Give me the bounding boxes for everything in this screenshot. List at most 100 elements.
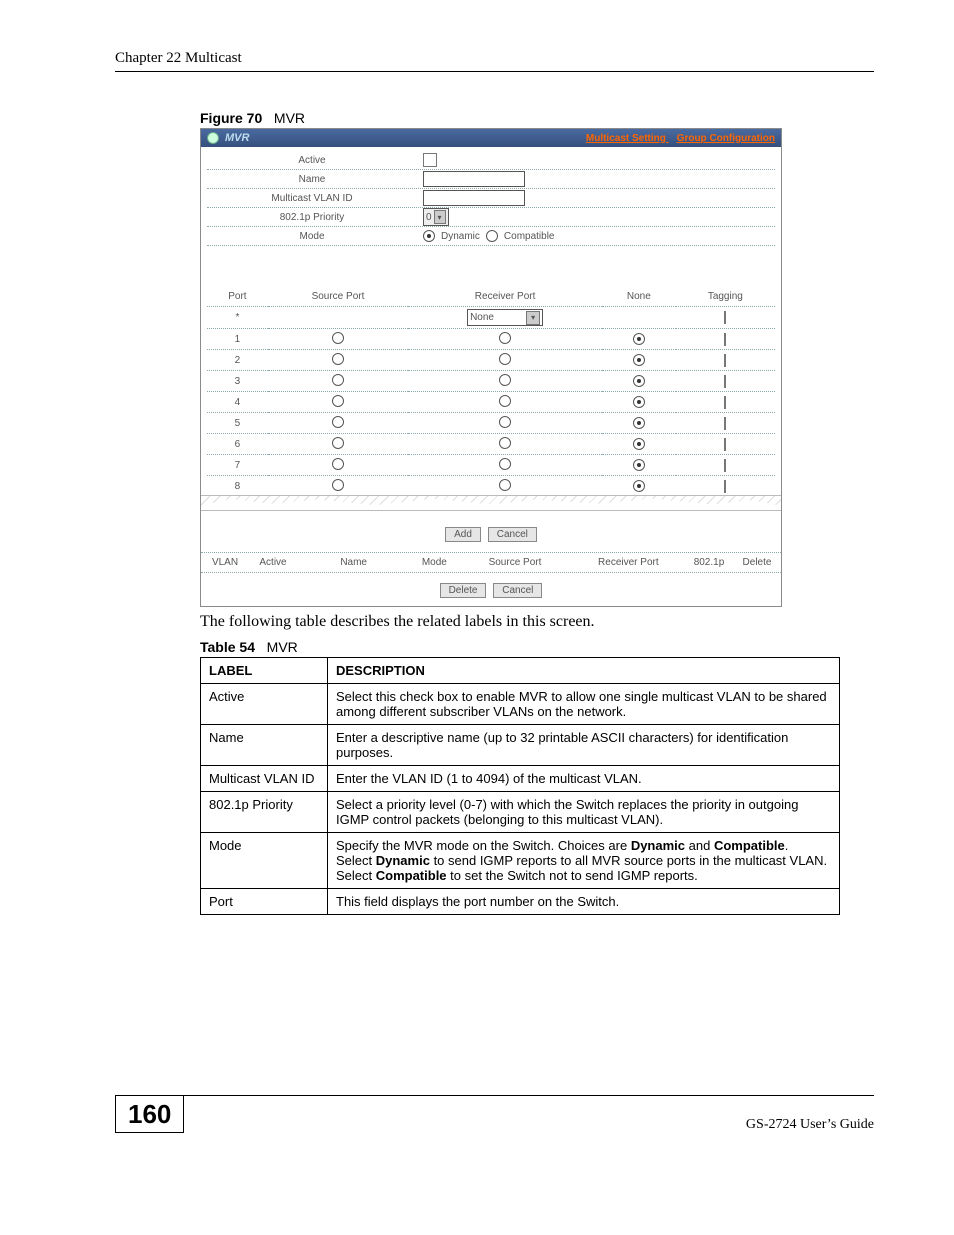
checkbox-tagging[interactable]: [724, 459, 726, 472]
sh-receiver: Receiver Port: [572, 557, 685, 568]
figure-label: Figure 70: [200, 110, 262, 126]
dropdown-arrow-icon: ▾: [434, 210, 446, 224]
desc-row: Multicast VLAN ID Enter the VLAN ID (1 t…: [201, 766, 840, 792]
desc-row: 802.1p Priority Select a priority level …: [201, 792, 840, 833]
table-row: 8: [207, 476, 775, 497]
th-receiver: Receiver Port: [408, 286, 602, 307]
cancel-button-2[interactable]: Cancel: [493, 583, 542, 598]
radio-dynamic-label: Dynamic: [441, 231, 480, 242]
button-row: Add Cancel: [201, 511, 781, 552]
radio-receiver[interactable]: [499, 437, 511, 449]
checkbox-tagging[interactable]: [724, 480, 726, 493]
select-priority-value: 0: [426, 212, 432, 223]
desc-text: Select a priority level (0-7) with which…: [328, 792, 840, 833]
th-label: LABEL: [201, 658, 328, 684]
select-receiver-all[interactable]: None ▾: [467, 309, 543, 326]
sh-delete: Delete: [733, 557, 781, 568]
radio-none[interactable]: [633, 333, 645, 345]
radio-none[interactable]: [633, 375, 645, 387]
page-header: Chapter 22 Multicast: [115, 50, 874, 72]
radio-source[interactable]: [332, 416, 344, 428]
radio-receiver[interactable]: [499, 332, 511, 344]
label-mode: Mode: [207, 231, 417, 242]
table-row: 6: [207, 434, 775, 455]
radio-receiver[interactable]: [499, 353, 511, 365]
radio-source[interactable]: [332, 458, 344, 470]
desc-row: Port This field displays the port number…: [201, 889, 840, 915]
radio-compatible-label: Compatible: [504, 231, 555, 242]
radio-none[interactable]: [633, 438, 645, 450]
radio-source[interactable]: [332, 374, 344, 386]
th-port: Port: [207, 286, 268, 307]
desc-text: Select this check box to enable MVR to a…: [328, 684, 840, 725]
th-tagging: Tagging: [676, 286, 775, 307]
radio-none[interactable]: [633, 396, 645, 408]
radio-none[interactable]: [633, 417, 645, 429]
figure-title: MVR: [274, 110, 305, 126]
sh-mode: Mode: [410, 557, 458, 568]
port-table: Port Source Port Receiver Port None Tagg…: [207, 286, 775, 496]
label-name: Name: [207, 174, 417, 185]
table-row: 5: [207, 413, 775, 434]
checkbox-tagging-all[interactable]: [724, 311, 726, 324]
radio-none[interactable]: [633, 354, 645, 366]
desc-row: Active Select this check box to enable M…: [201, 684, 840, 725]
checkbox-active[interactable]: [423, 153, 437, 167]
input-name[interactable]: [423, 171, 525, 187]
desc-row-mode: Mode Specify the MVR mode on the Switch.…: [201, 833, 840, 889]
guide-name: GS-2724 User’s Guide: [746, 1117, 874, 1133]
table-title: MVR: [267, 639, 298, 655]
body-paragraph: The following table describes the relate…: [200, 613, 874, 631]
mvr-screenshot: MVR Multicast Setting Group Configuratio…: [200, 128, 782, 607]
torn-edge-icon: [201, 495, 781, 511]
form-area: Active Name Multicast VLAN ID 802.1p Pri…: [201, 147, 781, 496]
table-row: 3: [207, 371, 775, 392]
th-none: None: [602, 286, 676, 307]
checkbox-tagging[interactable]: [724, 417, 726, 430]
sh-vlan: VLAN: [201, 557, 249, 568]
checkbox-tagging[interactable]: [724, 375, 726, 388]
checkbox-tagging[interactable]: [724, 354, 726, 367]
add-button[interactable]: Add: [445, 527, 481, 542]
th-desc: DESCRIPTION: [328, 658, 840, 684]
titlebar-dot-icon: [207, 132, 219, 144]
cancel-button[interactable]: Cancel: [488, 527, 537, 542]
label-mvlan: Multicast VLAN ID: [207, 193, 417, 204]
desc-label: Name: [201, 725, 328, 766]
sh-name: Name: [297, 557, 410, 568]
radio-source[interactable]: [332, 353, 344, 365]
table-caption: Table 54 MVR: [200, 639, 874, 655]
radio-receiver[interactable]: [499, 458, 511, 470]
input-mvlan[interactable]: [423, 190, 525, 206]
radio-receiver[interactable]: [499, 479, 511, 491]
radio-compatible[interactable]: [486, 230, 498, 242]
th-source: Source Port: [268, 286, 408, 307]
radio-source[interactable]: [332, 437, 344, 449]
button-row-2: Delete Cancel: [201, 573, 781, 606]
desc-label: Active: [201, 684, 328, 725]
chapter-title: Chapter 22 Multicast: [115, 50, 242, 66]
radio-receiver[interactable]: [499, 416, 511, 428]
desc-label: Port: [201, 889, 328, 915]
sh-active: Active: [249, 557, 297, 568]
link-group-configuration[interactable]: Group Configuration: [677, 133, 775, 144]
checkbox-tagging[interactable]: [724, 396, 726, 409]
radio-dynamic[interactable]: [423, 230, 435, 242]
select-priority[interactable]: 0 ▾: [423, 208, 449, 226]
sh-source: Source Port: [458, 557, 571, 568]
window-titlebar: MVR Multicast Setting Group Configuratio…: [201, 129, 781, 147]
checkbox-tagging[interactable]: [724, 333, 726, 346]
radio-none[interactable]: [633, 459, 645, 471]
summary-header: VLAN Active Name Mode Source Port Receiv…: [201, 552, 781, 573]
desc-label: Multicast VLAN ID: [201, 766, 328, 792]
radio-none[interactable]: [633, 480, 645, 492]
radio-source[interactable]: [332, 332, 344, 344]
page-number: 160: [115, 1095, 184, 1133]
radio-receiver[interactable]: [499, 374, 511, 386]
link-multicast-setting[interactable]: Multicast Setting: [586, 133, 666, 144]
delete-button[interactable]: Delete: [440, 583, 487, 598]
checkbox-tagging[interactable]: [724, 438, 726, 451]
radio-source[interactable]: [332, 479, 344, 491]
radio-source[interactable]: [332, 395, 344, 407]
radio-receiver[interactable]: [499, 395, 511, 407]
